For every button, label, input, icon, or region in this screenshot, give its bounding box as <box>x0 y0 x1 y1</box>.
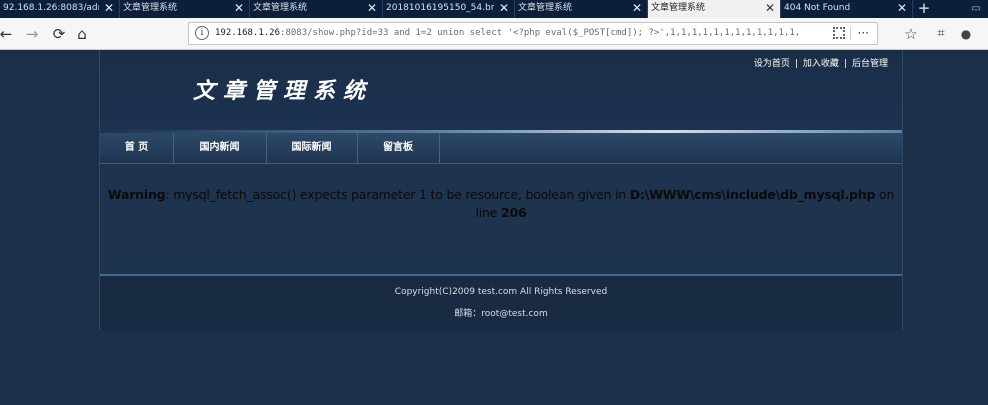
top-links: 设为首页 | 加入收藏 | 后台管理 <box>754 56 888 69</box>
address-bar[interactable]: i 192.168.1.26:8083/show.php?id=33 and 1… <box>188 22 878 45</box>
tab-title: 文章管理系统 <box>123 3 178 13</box>
footer-email: 邮箱：root@test.com <box>100 306 902 319</box>
tab-title: 文章管理系统 <box>518 3 573 13</box>
close-icon[interactable]: ✕ <box>765 0 775 17</box>
home-icon[interactable]: ⌂ <box>72 24 92 44</box>
tab-bar: 92.168.1.26:8083/adm ✕ 文章管理系统 ✕ 文章管理系统 ✕… <box>0 0 988 18</box>
menu-item-international-news[interactable]: 国际新闻 <box>266 133 358 163</box>
admin-link[interactable]: 后台管理 <box>852 59 888 69</box>
tab-article-system-3[interactable]: 文章管理系统 ✕ <box>515 0 648 18</box>
footer-copyright: Copyright(C)2009 test.com All Rights Res… <box>394 287 608 297</box>
set-homepage-link[interactable]: 设为首页 <box>754 59 790 69</box>
email-address: root@test.com <box>481 309 548 319</box>
qr-code-icon[interactable] <box>833 27 845 39</box>
php-warning-message: Warning: mysql_fetch_assoc() expects par… <box>100 186 902 222</box>
reload-icon[interactable]: ⟳ <box>49 24 69 44</box>
tab-bmp-image[interactable]: 20181016195150_54.bmp ✕ <box>383 0 515 18</box>
warning-line-number: 206 <box>501 205 527 220</box>
tab-title: 20181016195150_54.bmp <box>386 3 494 13</box>
tab-article-system-active[interactable]: 文章管理系统 ✕ <box>648 0 781 18</box>
site-header: 文章管理系统 设为首页 | 加入收藏 | 后台管理 <box>100 50 902 132</box>
close-icon[interactable]: ✕ <box>897 0 907 17</box>
email-label: 邮箱： <box>454 309 482 319</box>
divider <box>850 27 851 40</box>
star-icon[interactable]: ☆ <box>903 24 919 44</box>
tab-title: 92.168.1.26:8083/adm <box>3 3 99 13</box>
tab-title: 404 Not Found <box>784 3 851 13</box>
site-footer: Copyright(C)2009 test.com All Rights Res… <box>100 276 902 330</box>
chat-icon[interactable]: ● <box>958 24 974 44</box>
tab-title: 文章管理系统 <box>253 3 308 13</box>
main-menu: 首 页 国内新闻 国际新闻 留言板 <box>100 133 902 164</box>
back-arrow-icon[interactable]: ← <box>0 24 16 44</box>
tab-title: 文章管理系统 <box>651 3 706 13</box>
menu-item-home[interactable]: 首 页 <box>100 133 174 163</box>
warning-file: D:\WWW\cms\include\db_mysql.php <box>629 187 876 202</box>
tab-404[interactable]: 404 Not Found ✕ <box>781 0 913 18</box>
tab-article-system-2[interactable]: 文章管理系统 ✕ <box>250 0 383 18</box>
add-favorite-link[interactable]: 加入收藏 <box>803 59 839 69</box>
url-path: :8083/show.php?id=33 and 1=2 union selec… <box>280 28 801 38</box>
url-host: 192.168.1.26 <box>215 28 281 38</box>
close-icon[interactable]: ✕ <box>104 0 114 17</box>
close-icon[interactable]: ✕ <box>367 0 377 17</box>
tab-admin[interactable]: 92.168.1.26:8083/adm ✕ <box>0 0 120 18</box>
close-icon[interactable]: ✕ <box>632 0 642 17</box>
url-text[interactable]: 192.168.1.26:8083/show.php?id=33 and 1=2… <box>215 23 819 44</box>
info-icon[interactable]: i <box>195 26 209 40</box>
forward-arrow-icon[interactable]: → <box>22 24 42 44</box>
page-actions-icon[interactable]: ··· <box>858 23 869 43</box>
menu-item-guestbook[interactable]: 留言板 <box>357 133 440 163</box>
warning-label: Warning <box>107 187 166 202</box>
new-tab-button[interactable]: + <box>916 0 932 18</box>
warning-text: : mysql_fetch_assoc() expects parameter … <box>165 187 630 202</box>
site-title: 文章管理系统 <box>193 78 374 104</box>
close-icon[interactable]: ✕ <box>234 0 244 17</box>
site-container: 文章管理系统 设为首页 | 加入收藏 | 后台管理 首 页 国内新闻 国际新闻 留言板 … <box>99 50 903 330</box>
crop-icon[interactable]: ⌗ <box>933 24 949 44</box>
menu-item-domestic-news[interactable]: 国内新闻 <box>173 133 267 163</box>
window-menu-icon[interactable]: ▭ <box>964 0 988 18</box>
link-separator: | <box>843 59 847 69</box>
link-separator: | <box>794 59 798 69</box>
navigation-toolbar: ← → ⟳ ⌂ i 192.168.1.26:8083/show.php?id=… <box>0 18 988 50</box>
tab-article-system-1[interactable]: 文章管理系统 ✕ <box>120 0 250 18</box>
close-icon[interactable]: ✕ <box>499 0 509 17</box>
